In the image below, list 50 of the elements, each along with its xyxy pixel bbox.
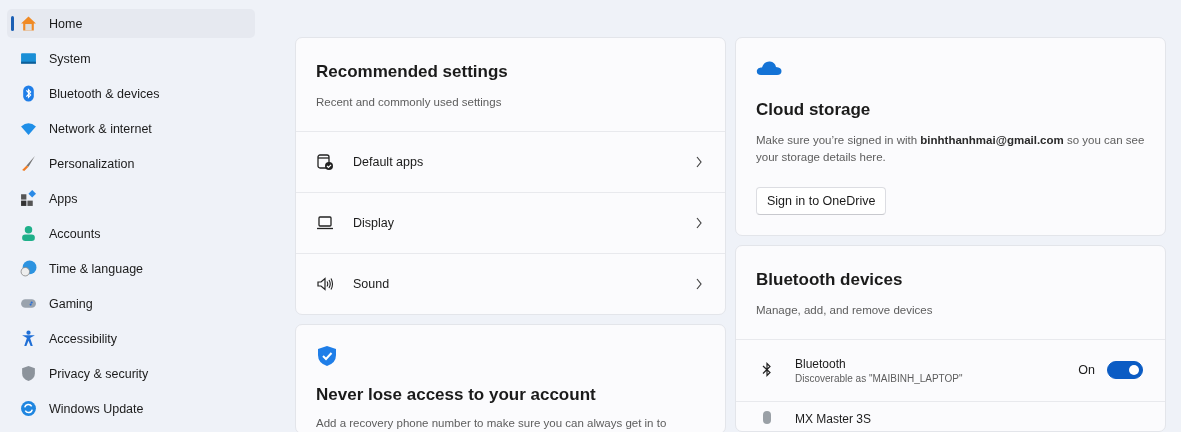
wifi-icon (20, 120, 37, 137)
shield-check-icon (316, 345, 338, 368)
chevron-right-icon (695, 217, 703, 230)
default-apps-icon (316, 153, 334, 172)
card-title: Cloud storage (756, 100, 872, 120)
settings-link-row[interactable]: Display (296, 192, 725, 254)
sidebar-item[interactable]: Network & internet (7, 114, 255, 143)
sidebar-item[interactable]: Bluetooth & devices (7, 79, 255, 108)
brush-icon (20, 155, 37, 172)
settings-link-row[interactable]: Default apps (296, 131, 725, 193)
card-text: Add a recovery phone number to make sure you can always get in to (316, 416, 668, 432)
card-title: Never lose access to your account (316, 385, 597, 406)
speaker-icon (316, 275, 334, 294)
card-text: Make sure you’re signed in with binhthanhmai@gmail.com so you can see your storage details here. (756, 133, 1145, 166)
sidebar-item[interactable]: Home (7, 9, 255, 38)
card-title: Bluetooth devices (756, 269, 904, 290)
chevron-right-icon (695, 278, 703, 291)
sidebar-item[interactable]: Gaming (7, 289, 255, 318)
setting-label: Display (353, 216, 395, 231)
settings-link-row[interactable]: Sound (296, 253, 725, 315)
sign-in-button[interactable]: Sign in to OneDrive (756, 186, 887, 215)
sidebar-item[interactable]: Privacy & security (7, 359, 255, 388)
card-subtitle: Manage, add, and remove devices (756, 302, 934, 318)
toggle-label: On (1078, 363, 1095, 378)
card-subtitle: Recent and commonly used settings (316, 95, 503, 110)
shield-icon (20, 365, 37, 382)
card-title: Recommended settings (316, 62, 509, 82)
chevron-right-icon (695, 156, 703, 169)
person-icon (20, 225, 37, 242)
sidebar-item[interactable]: Accounts (7, 219, 255, 248)
apps-icon (20, 190, 37, 207)
sidebar-item[interactable]: Time & language (7, 254, 255, 283)
sidebar-item[interactable]: Windows Update (7, 394, 255, 423)
bluetooth-icon (20, 85, 37, 102)
device-status: Discoverable as "MAIBINH_LAPTOP" (795, 372, 964, 384)
sidebar-item[interactable]: Personalization (7, 149, 255, 178)
setting-label: Sound (353, 277, 391, 292)
accessibility-icon (20, 330, 37, 347)
toggle-switch[interactable] (1107, 361, 1143, 380)
home-icon (20, 15, 37, 32)
refresh-icon (20, 400, 37, 417)
sidebar-item[interactable]: System (7, 44, 255, 73)
monitor-icon (20, 50, 37, 67)
setting-label: Default apps (353, 155, 425, 170)
device-name: Bluetooth (795, 356, 847, 371)
clock-globe-icon (20, 260, 37, 277)
sidebar-item[interactable]: Accessibility (7, 324, 255, 353)
device-name: MX Master 3S (795, 411, 872, 426)
cloud-icon (756, 60, 782, 76)
sidebar-item[interactable]: Apps (7, 184, 255, 213)
